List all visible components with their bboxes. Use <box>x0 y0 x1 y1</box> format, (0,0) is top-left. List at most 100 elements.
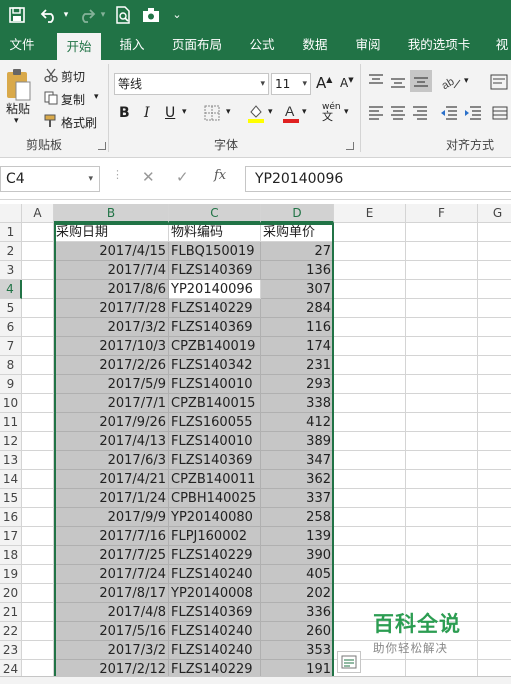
column-header-d[interactable]: D <box>261 204 334 223</box>
cell-f2[interactable] <box>406 242 478 261</box>
row-header[interactable]: 12 <box>0 432 22 451</box>
cell-e18[interactable] <box>334 546 406 565</box>
cell-a22[interactable] <box>22 622 54 641</box>
cell-c11[interactable]: FLZS160055 <box>169 413 261 432</box>
cell-c3[interactable]: FLZS140369 <box>169 261 261 280</box>
cell-g1[interactable] <box>478 223 511 242</box>
cell-a10[interactable] <box>22 394 54 413</box>
cell-c8[interactable]: FLZS140342 <box>169 356 261 375</box>
cell-e12[interactable] <box>334 432 406 451</box>
cell-a15[interactable] <box>22 489 54 508</box>
shrink-font-button[interactable]: A▼ <box>340 76 354 90</box>
cell-f13[interactable] <box>406 451 478 470</box>
cell-a1[interactable] <box>22 223 54 242</box>
column-header-f[interactable]: F <box>406 204 478 223</box>
cell-f7[interactable] <box>406 337 478 356</box>
cell-c19[interactable]: FLZS140240 <box>169 565 261 584</box>
cell-g2[interactable] <box>478 242 511 261</box>
insert-function-button[interactable]: fx <box>214 168 226 183</box>
phonetic-button[interactable]: wén 文 <box>322 102 341 123</box>
cell-d18[interactable]: 390 <box>261 546 334 565</box>
borders-dropdown-icon[interactable]: ▾ <box>226 107 231 117</box>
cell-b2[interactable]: 2017/4/15 <box>54 242 169 261</box>
cell-b5[interactable]: 2017/7/28 <box>54 299 169 318</box>
cell-f17[interactable] <box>406 527 478 546</box>
cell-g11[interactable] <box>478 413 511 432</box>
cell-b3[interactable]: 2017/7/4 <box>54 261 169 280</box>
paste-icon[interactable] <box>4 68 34 104</box>
row-header[interactable]: 1 <box>0 223 22 242</box>
cell-b18[interactable]: 2017/7/25 <box>54 546 169 565</box>
cell-a6[interactable] <box>22 318 54 337</box>
cell-e9[interactable] <box>334 375 406 394</box>
tab-page-layout[interactable]: 页面布局 <box>167 30 227 60</box>
cell-c9[interactable]: FLZS140010 <box>169 375 261 394</box>
row-header[interactable]: 16 <box>0 508 22 527</box>
cell-a18[interactable] <box>22 546 54 565</box>
cell-e3[interactable] <box>334 261 406 280</box>
cell-f8[interactable] <box>406 356 478 375</box>
bold-button[interactable]: B <box>119 105 130 121</box>
cell-d19[interactable]: 405 <box>261 565 334 584</box>
orientation-icon[interactable]: ab <box>440 74 462 93</box>
save-icon[interactable] <box>6 4 28 26</box>
active-cell[interactable]: YP20140096 <box>169 280 261 299</box>
cell-g16[interactable] <box>478 508 511 527</box>
cell-d5[interactable]: 284 <box>261 299 334 318</box>
cell-a14[interactable] <box>22 470 54 489</box>
cell-g12[interactable] <box>478 432 511 451</box>
borders-icon[interactable] <box>204 105 220 124</box>
tab-review[interactable]: 审阅 <box>346 30 390 60</box>
camera-icon[interactable] <box>140 4 162 26</box>
cell-g7[interactable] <box>478 337 511 356</box>
cell-c12[interactable]: FLZS140010 <box>169 432 261 451</box>
redo-dropdown-icon[interactable]: ▾ <box>98 4 108 26</box>
cell-f16[interactable] <box>406 508 478 527</box>
cell-d1[interactable]: 采购单价 <box>261 223 334 242</box>
cell-d13[interactable]: 347 <box>261 451 334 470</box>
tab-file[interactable]: 文件 <box>0 30 44 60</box>
cell-d3[interactable]: 136 <box>261 261 334 280</box>
cell-e10[interactable] <box>334 394 406 413</box>
cell-g6[interactable] <box>478 318 511 337</box>
row-header[interactable]: 2 <box>0 242 22 261</box>
row-header[interactable]: 4 <box>0 280 22 299</box>
cell-b10[interactable]: 2017/7/1 <box>54 394 169 413</box>
cell-e1[interactable] <box>334 223 406 242</box>
cell-g15[interactable] <box>478 489 511 508</box>
align-top-icon[interactable] <box>368 74 384 91</box>
redo-icon[interactable] <box>76 4 98 26</box>
cell-d6[interactable]: 116 <box>261 318 334 337</box>
cell-g14[interactable] <box>478 470 511 489</box>
undo-dropdown-icon[interactable]: ▾ <box>60 4 72 26</box>
cut-button[interactable]: 剪切 <box>61 68 85 85</box>
cell-f11[interactable] <box>406 413 478 432</box>
cell-f1[interactable] <box>406 223 478 242</box>
cell-c5[interactable]: FLZS140229 <box>169 299 261 318</box>
cell-c7[interactable]: CPZB140019 <box>169 337 261 356</box>
row-header[interactable]: 10 <box>0 394 22 413</box>
cell-b14[interactable]: 2017/4/21 <box>54 470 169 489</box>
cell-d8[interactable]: 231 <box>261 356 334 375</box>
tab-my-tab[interactable]: 我的选项卡 <box>402 30 476 60</box>
row-header[interactable]: 9 <box>0 375 22 394</box>
cell-a13[interactable] <box>22 451 54 470</box>
cell-b21[interactable]: 2017/4/8 <box>54 603 169 622</box>
cell-f4[interactable] <box>406 280 478 299</box>
cell-g13[interactable] <box>478 451 511 470</box>
cell-c21[interactable]: FLZS140369 <box>169 603 261 622</box>
copy-dropdown-icon[interactable]: ▾ <box>94 92 99 102</box>
align-left-icon[interactable] <box>368 106 384 123</box>
cell-f5[interactable] <box>406 299 478 318</box>
fill-color-dropdown-icon[interactable]: ▾ <box>268 107 273 117</box>
tab-home[interactable]: 开始 <box>57 33 101 60</box>
row-header[interactable]: 13 <box>0 451 22 470</box>
cell-d14[interactable]: 362 <box>261 470 334 489</box>
cell-a3[interactable] <box>22 261 54 280</box>
cell-b20[interactable]: 2017/8/17 <box>54 584 169 603</box>
cell-g8[interactable] <box>478 356 511 375</box>
cell-f6[interactable] <box>406 318 478 337</box>
formula-input[interactable]: YP20140096 <box>245 166 511 192</box>
cell-c22[interactable]: FLZS140240 <box>169 622 261 641</box>
cell-b1[interactable]: 采购日期 <box>54 223 169 242</box>
